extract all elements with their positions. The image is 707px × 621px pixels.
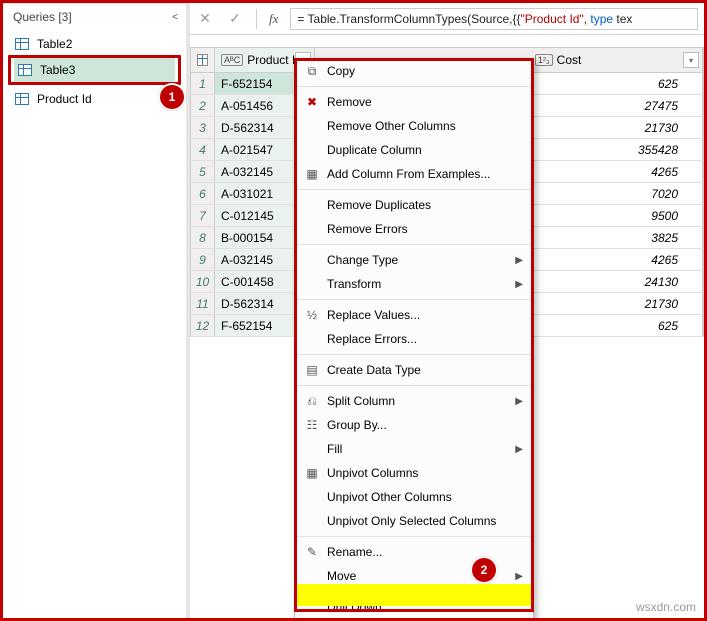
unpivot-icon: ▦ [301,466,323,480]
row-number[interactable]: 2 [191,95,215,116]
menu-change-type[interactable]: Change Type▶ [295,248,533,272]
formula-input[interactable]: = Table.TransformColumnTypes(Source,{{"P… [290,8,698,30]
table-plus-icon: ▦ [301,167,323,181]
row-number[interactable]: 4 [191,139,215,160]
menu-replace-values[interactable]: ½Replace Values... [295,303,533,327]
submenu-arrow-icon: ▶ [515,255,523,266]
remove-icon: ✖ [301,95,323,109]
formula-text: = Table.TransformColumnTypes(Source,{{ [297,12,520,26]
menu-separator [295,86,533,87]
table-icon [18,64,32,76]
menu-fill[interactable]: Fill▶ [295,437,533,461]
menu-remove-errors[interactable]: Remove Errors [295,217,533,241]
row-number[interactable]: 8 [191,227,215,248]
row-number[interactable]: 9 [191,249,215,270]
menu-unpivot-selected[interactable]: Unpivot Only Selected Columns [295,509,533,533]
row-number[interactable]: 11 [191,293,215,314]
menu-separator [295,591,533,592]
menu-drill-down[interactable]: Drill Down [295,595,533,619]
menu-separator [295,244,533,245]
submenu-arrow-icon: ▶ [515,444,523,455]
split-icon: ⎌ [301,394,323,409]
watermark: wsxdn.com [636,600,696,614]
datatype-icon: ▤ [301,363,323,377]
column-label: Cost [557,53,582,67]
accept-icon[interactable]: ✓ [226,10,244,27]
menu-create-datatype[interactable]: ▤Create Data Type [295,358,533,382]
menu-add-from-examples[interactable]: ▦Add Column From Examples... [295,162,533,186]
app-frame: Queries [3] < Table2 Table3 Product Id [0,0,707,621]
query-item-table2[interactable]: Table2 [3,32,186,56]
menu-group-by[interactable]: ☷Group By... [295,413,533,437]
menu-rename[interactable]: ✎Rename... [295,540,533,564]
copy-icon: ⧉ [301,64,323,79]
rename-icon: ✎ [301,545,323,559]
query-item-highlighted-box: Table3 [8,55,181,85]
menu-unpivot-other[interactable]: Unpivot Other Columns [295,485,533,509]
menu-remove-other[interactable]: Remove Other Columns [295,114,533,138]
column-menu-button[interactable]: ▾ [683,52,699,68]
queries-header: Queries [3] < [3,4,186,30]
menu-separator [295,189,533,190]
type-number-icon: 1²₃ [535,54,553,66]
row-number[interactable]: 7 [191,205,215,226]
table-icon [15,93,29,105]
menu-unpivot[interactable]: ▦Unpivot Columns [295,461,533,485]
menu-remove[interactable]: ✖Remove [295,90,533,114]
submenu-arrow-icon: ▶ [515,279,523,290]
separator [256,9,257,29]
menu-separator [295,299,533,300]
formula-bar: ✕ ✓ fx = Table.TransformColumnTypes(Sour… [190,3,704,35]
row-number[interactable]: 3 [191,117,215,138]
menu-copy[interactable]: ⧉Copy [295,59,533,83]
table-icon [15,38,29,50]
formula-string: "Product Id" [521,12,584,26]
table-icon [197,54,208,66]
context-menu: ⧉Copy ✖Remove Remove Other Columns Dupli… [294,58,534,621]
type-text-icon: AᴮC [221,54,243,66]
menu-separator [295,354,533,355]
collapse-chevron-icon[interactable]: < [172,12,178,23]
menu-separator [295,536,533,537]
row-number[interactable]: 6 [191,183,215,204]
query-item-table3[interactable]: Table3 [14,58,175,82]
callout-1: 1 [158,83,186,111]
select-all-corner[interactable] [191,48,215,72]
row-number[interactable]: 12 [191,315,215,336]
row-number[interactable]: 5 [191,161,215,182]
query-label: Product Id [37,92,92,106]
submenu-arrow-icon: ▶ [515,571,523,582]
menu-replace-errors[interactable]: Replace Errors... [295,327,533,351]
fx-icon[interactable]: fx [269,11,278,27]
row-number[interactable]: 10 [191,271,215,292]
menu-separator [295,385,533,386]
formula-keyword: type [590,12,613,26]
menu-transform[interactable]: Transform▶ [295,272,533,296]
queries-title: Queries [3] [13,10,72,24]
callout-2: 2 [470,556,498,584]
menu-remove-duplicates[interactable]: Remove Duplicates [295,193,533,217]
query-label: Table3 [40,63,75,77]
group-icon: ☷ [301,418,323,432]
cancel-icon[interactable]: ✕ [196,10,214,27]
menu-split-column[interactable]: ⎌Split Column▶ [295,389,533,413]
menu-duplicate[interactable]: Duplicate Column [295,138,533,162]
query-label: Table2 [37,37,72,51]
submenu-arrow-icon: ▶ [515,396,523,407]
replace-icon: ½ [301,308,323,322]
row-number[interactable]: 1 [191,73,215,94]
